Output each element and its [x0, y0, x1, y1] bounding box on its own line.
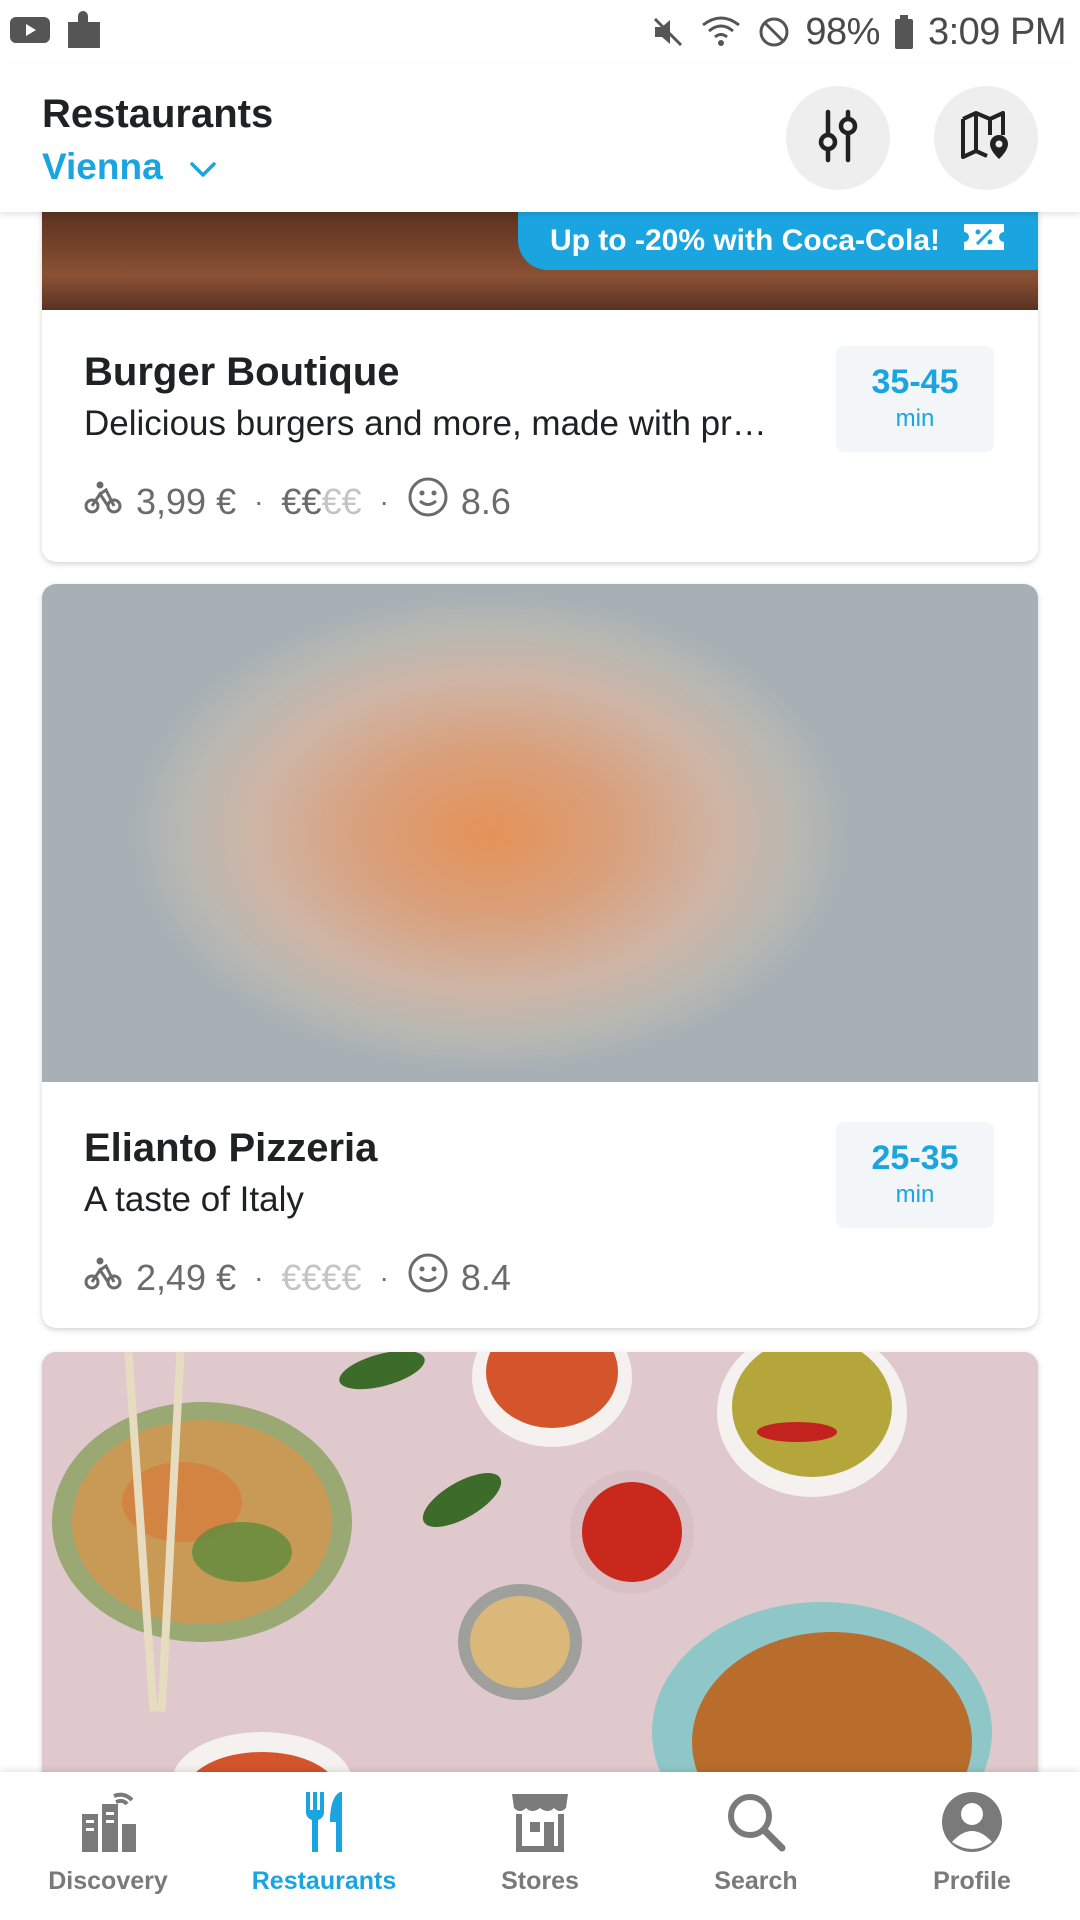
- eta-range: 25-35: [871, 1139, 959, 1177]
- rating: 8.4: [460, 1256, 511, 1298]
- eta-unit: min: [895, 405, 935, 432]
- restaurant-meta: 2,49 € · €€€€ · 8.4: [84, 1252, 511, 1303]
- restaurant-description: Delicious burgers and more, made with pr…: [84, 404, 767, 443]
- nav-restaurants[interactable]: Restaurants: [216, 1772, 432, 1920]
- nav-label: Discovery: [48, 1867, 168, 1895]
- restaurant-name: Burger Boutique: [84, 350, 400, 394]
- wifi-icon: [699, 15, 743, 49]
- price-level: €€€€: [281, 1256, 362, 1298]
- restaurant-card[interactable]: Up to -20% with Coca-Cola! Burger Boutiq…: [42, 212, 1038, 562]
- search-icon: [724, 1790, 788, 1859]
- smiley-icon: [407, 476, 449, 527]
- bottom-navigation: Discovery Restaurants Stores Search Prof…: [0, 1772, 1080, 1920]
- status-bar: 98% 3:09 PM: [0, 0, 1080, 64]
- fork-knife-icon: [292, 1790, 356, 1859]
- price-level: €€€€: [281, 480, 362, 522]
- restaurant-description: A taste of Italy: [84, 1180, 304, 1219]
- smiley-icon: [407, 1252, 449, 1303]
- restaurant-card[interactable]: Elianto Pizzeria A taste of Italy 25-35 …: [42, 584, 1038, 1328]
- restaurant-list[interactable]: Up to -20% with Coca-Cola! Burger Boutiq…: [0, 212, 1080, 1772]
- nav-discovery[interactable]: Discovery: [0, 1772, 216, 1920]
- do-not-disturb-icon: [757, 15, 791, 49]
- map-button[interactable]: [934, 86, 1038, 190]
- restaurant-image: [42, 584, 1038, 1082]
- profile-icon: [940, 1790, 1004, 1859]
- clock: 3:09 PM: [927, 10, 1067, 53]
- delivery-fee: 2,49 €: [136, 1256, 237, 1298]
- discovery-icon: [76, 1790, 140, 1859]
- location-label: Vienna: [42, 146, 163, 187]
- restaurant-card[interactable]: [42, 1352, 1038, 1772]
- chevron-down-icon: [189, 146, 217, 188]
- delivery-fee: 3,99 €: [136, 480, 237, 522]
- restaurant-name: Elianto Pizzeria: [84, 1126, 378, 1170]
- nav-search[interactable]: Search: [648, 1772, 864, 1920]
- eta-unit: min: [895, 1181, 935, 1208]
- promo-badge: Up to -20% with Coca-Cola!: [517, 212, 1038, 270]
- restaurant-meta: 3,99 € · €€€€ · 8.6: [84, 476, 511, 527]
- page-title: Restaurants: [42, 92, 274, 136]
- discount-ticket-icon: [962, 222, 1006, 260]
- nav-stores[interactable]: Stores: [432, 1772, 648, 1920]
- restaurant-image: [42, 1352, 1038, 1772]
- nav-profile[interactable]: Profile: [864, 1772, 1080, 1920]
- bike-icon: [84, 1256, 122, 1299]
- mute-icon: [651, 15, 685, 49]
- nav-label: Profile: [933, 1867, 1011, 1895]
- nav-label: Stores: [501, 1867, 579, 1895]
- store-icon: [508, 1790, 572, 1859]
- map-icon: [959, 109, 1013, 168]
- nav-label: Restaurants: [251, 1867, 397, 1895]
- puzzle-icon: [64, 8, 104, 57]
- bike-icon: [84, 480, 122, 523]
- eta-range: 35-45: [871, 363, 959, 401]
- promo-text: Up to -20% with Coca-Cola!: [549, 224, 940, 257]
- location-selector[interactable]: Vienna: [42, 146, 217, 188]
- delivery-time-badge: 25-35 min: [836, 1122, 994, 1228]
- rating: 8.6: [460, 480, 511, 522]
- app-header: Restaurants Vienna: [0, 64, 1080, 212]
- nav-label: Search: [714, 1867, 798, 1895]
- filter-icon: [814, 108, 862, 169]
- food-photo: [42, 1352, 1038, 1772]
- battery-text: 98%: [805, 10, 880, 53]
- delivery-time-badge: 35-45 min: [836, 346, 994, 452]
- youtube-icon: [10, 15, 50, 50]
- battery-icon: [894, 15, 914, 49]
- filter-button[interactable]: [786, 86, 890, 190]
